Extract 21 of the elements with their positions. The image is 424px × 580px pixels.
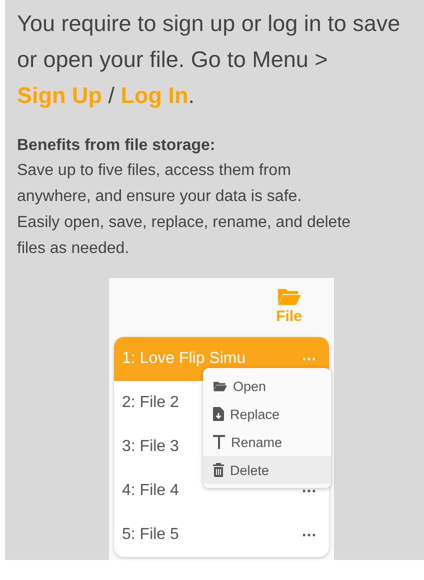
benefits-text: Save up to five files, access them from anywhere, and ensure your data is safe. (17, 161, 303, 207)
file-row[interactable]: 5: File 5 (114, 513, 329, 557)
file-name: 3: File 3 (122, 438, 179, 456)
more-icon[interactable] (303, 489, 315, 493)
trash-icon (213, 463, 224, 477)
menu-item[interactable]: Delete (203, 456, 331, 484)
menu-item[interactable]: Replace (203, 400, 331, 428)
file-name: 5: File 5 (122, 526, 179, 544)
file-name: 2: File 2 (122, 394, 179, 412)
menu-item[interactable]: Rename (203, 428, 331, 456)
text-icon (213, 435, 225, 449)
file-label: File (276, 308, 302, 325)
file-name: 4: File 4 (122, 482, 179, 500)
benefits-title: Benefits from file storage: (17, 136, 216, 156)
more-icon[interactable] (303, 533, 315, 537)
file-name: 1: Love Flip Simu (122, 350, 246, 368)
login-message: You require to sign up or log in to save or open your file. Go to Menu > Sign Up / Log In. (17, 10, 402, 110)
folder-icon (277, 286, 301, 306)
benefits-text: Easily open, save, replace, rename, and delete files as needed. (17, 213, 352, 259)
folder-icon (213, 380, 227, 392)
file-download-icon (213, 407, 224, 421)
